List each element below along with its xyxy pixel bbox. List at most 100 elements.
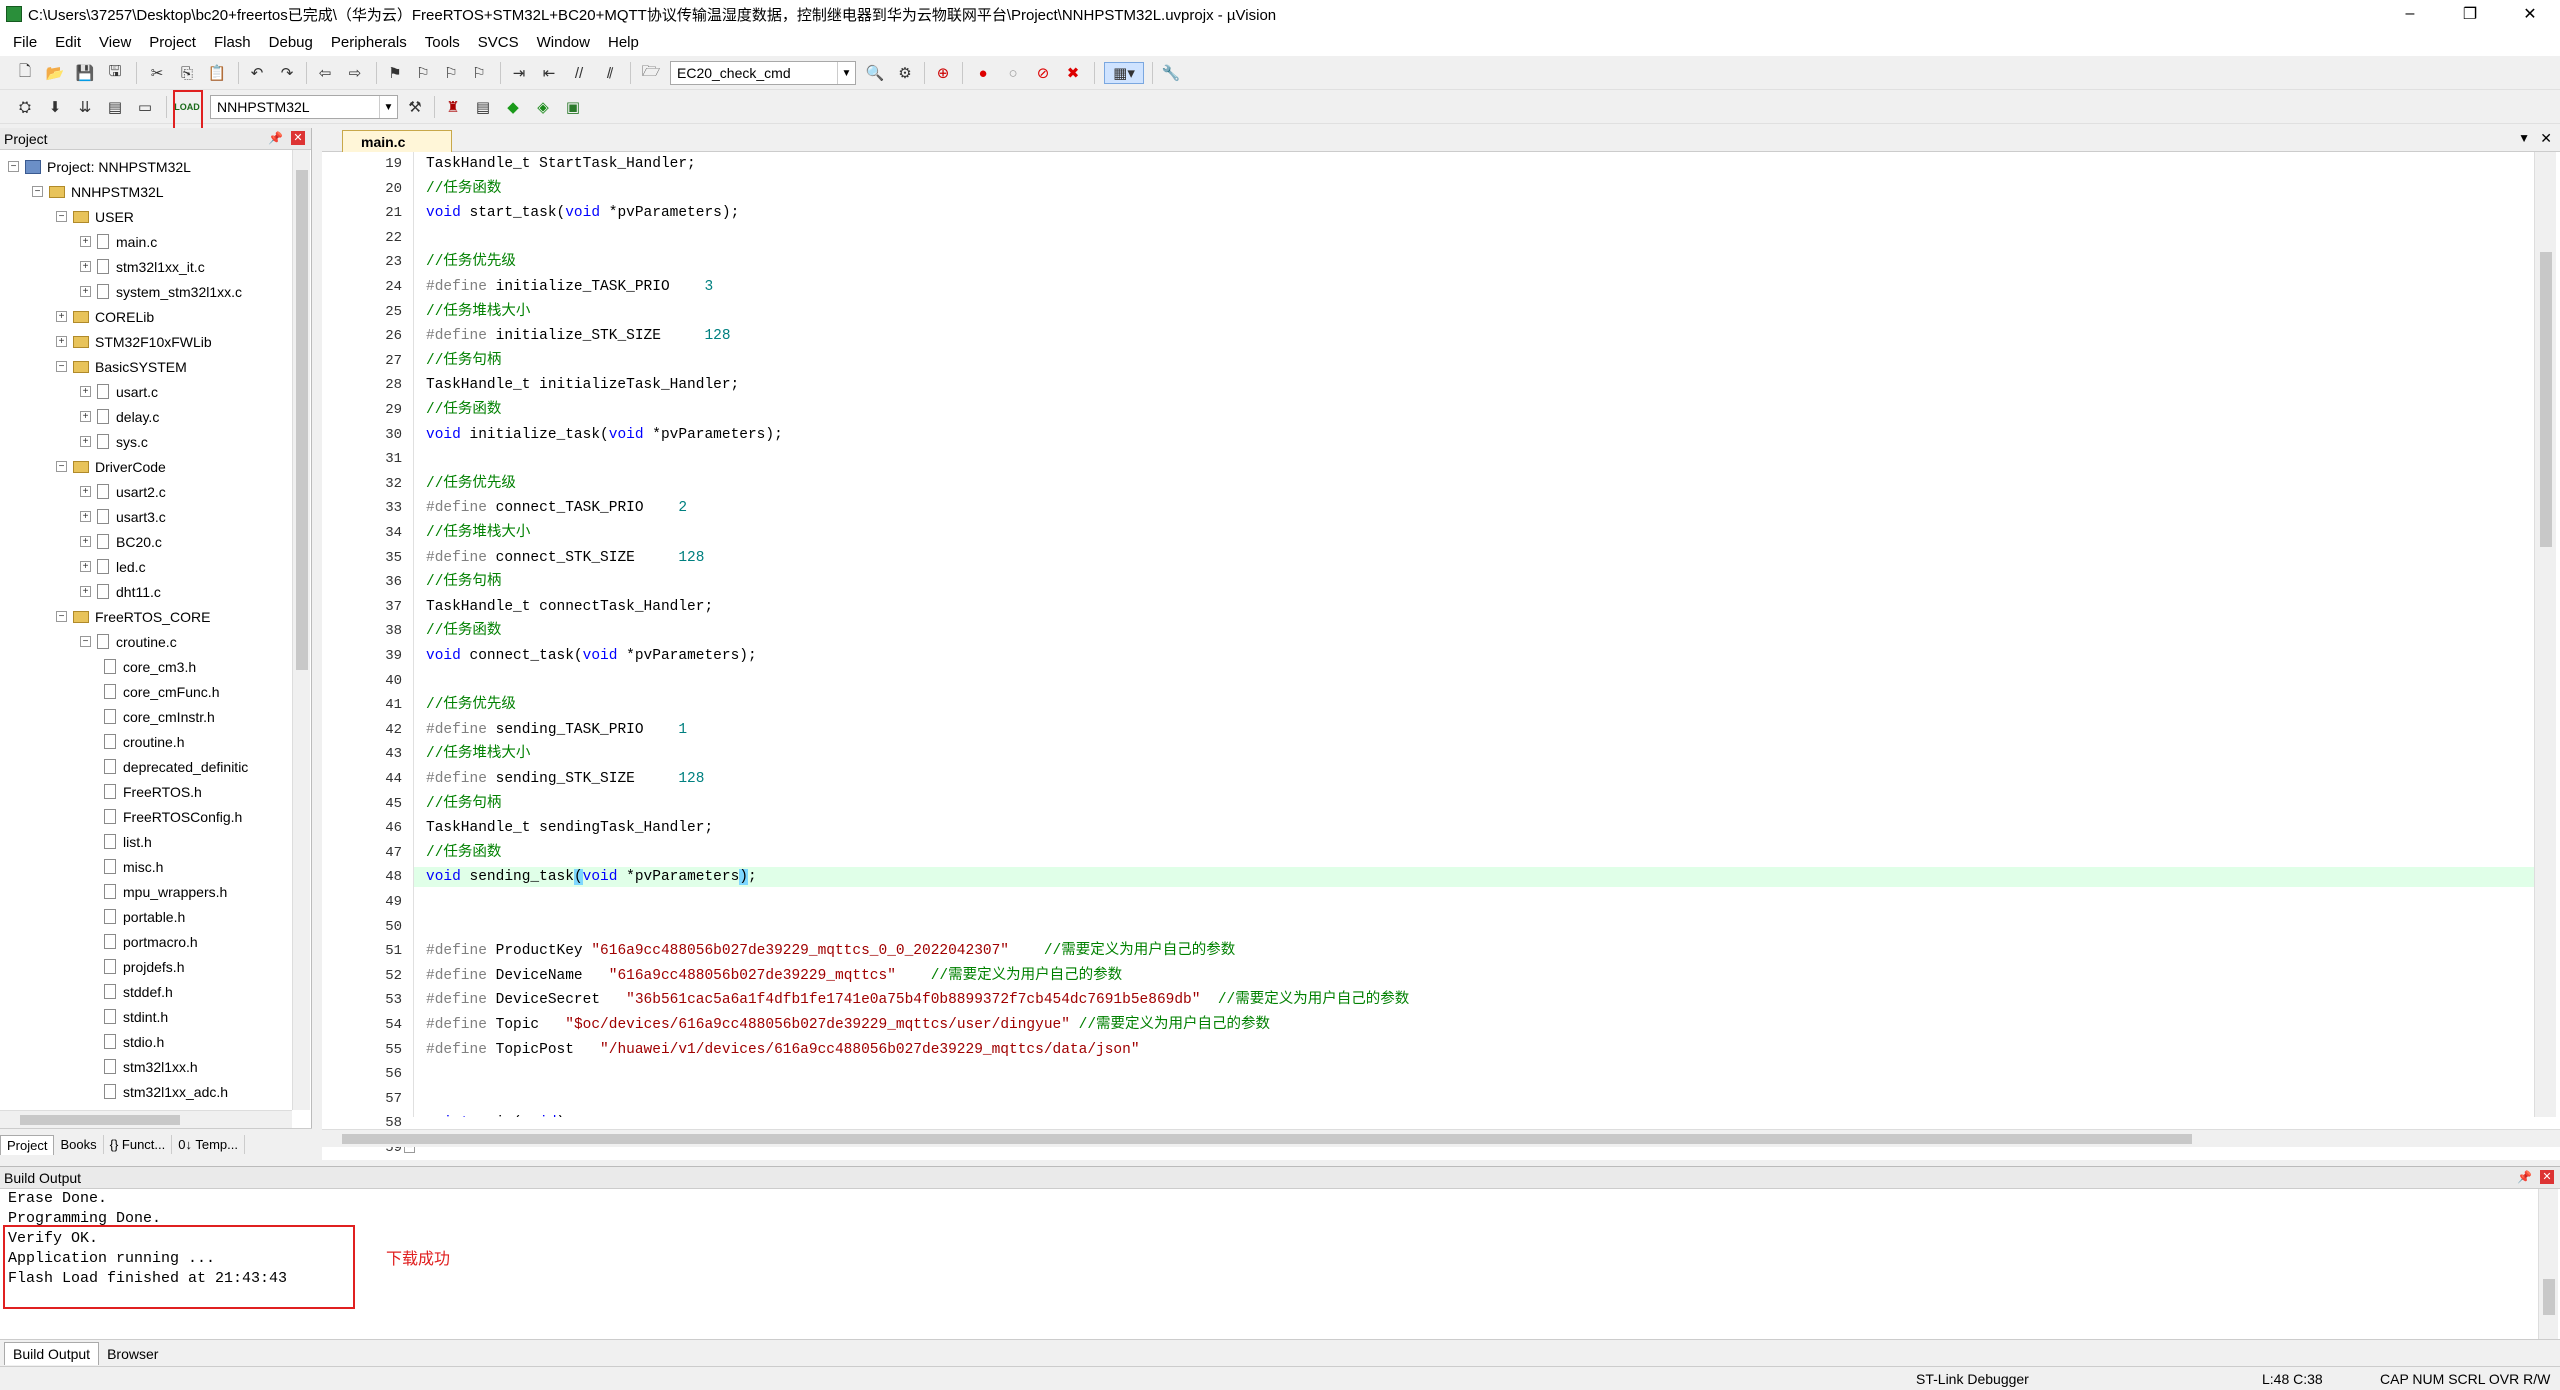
unindent-icon[interactable]: ⇤ — [538, 62, 560, 84]
code-view[interactable]: TaskHandle_t StartTask_Handler; //任务函数 voi… — [414, 152, 2534, 1117]
pin-icon[interactable]: 📌 — [268, 131, 283, 145]
tree-item[interactable]: core_cmFunc.h — [104, 679, 219, 704]
menu-project[interactable]: Project — [140, 34, 205, 51]
tab-list-icon[interactable]: ▼ — [2518, 131, 2530, 145]
tree-item[interactable]: list.h — [104, 829, 152, 854]
tree-item[interactable]: − croutine.c — [80, 629, 177, 654]
tree-item[interactable]: mpu_wrappers.h — [104, 879, 227, 904]
tree-item[interactable]: + usart3.c — [80, 504, 166, 529]
manage-components-icon[interactable]: ▤ — [472, 96, 494, 118]
tree-item[interactable]: stdint.h — [104, 1004, 168, 1029]
menu-flash[interactable]: Flash — [205, 34, 260, 51]
collapse-icon[interactable]: − — [56, 611, 67, 622]
editor-horizontal-scrollbar[interactable] — [322, 1129, 2560, 1147]
tree-item[interactable]: + sys.c — [80, 429, 148, 454]
tree-item[interactable]: core_cm3.h — [104, 654, 196, 679]
bookmark-clear-icon[interactable]: ⚐ — [468, 62, 490, 84]
menu-window[interactable]: Window — [528, 34, 599, 51]
copy-icon[interactable]: ⎘ — [176, 62, 198, 84]
tree-item[interactable]: stddef.h — [104, 979, 173, 1004]
debug-session-icon[interactable]: ⊕ — [932, 62, 954, 84]
chevron-down-icon[interactable]: ▼ — [837, 62, 855, 84]
expand-icon[interactable]: + — [80, 286, 91, 297]
expand-icon[interactable]: + — [80, 536, 91, 547]
expand-icon[interactable]: + — [80, 386, 91, 397]
tree-item[interactable]: + led.c — [80, 554, 146, 579]
tab-functions[interactable]: {} Funct... — [104, 1135, 173, 1154]
save-icon[interactable]: 💾 — [74, 62, 96, 84]
bookmark-next-icon[interactable]: ⚐ — [440, 62, 462, 84]
pin-icon[interactable]: 📌 — [2517, 1170, 2532, 1184]
tab-browser[interactable]: Browser — [99, 1343, 166, 1365]
menu-view[interactable]: View — [90, 34, 140, 51]
breakpoint-icon[interactable]: ● — [972, 62, 994, 84]
select-packs-icon[interactable]: ◆ — [502, 96, 524, 118]
menu-help[interactable]: Help — [599, 34, 648, 51]
expand-icon[interactable]: + — [80, 411, 91, 422]
tree-item[interactable]: stm32l1xx_adc.h — [104, 1079, 228, 1104]
batch-build-icon[interactable]: ▤ — [104, 96, 126, 118]
configure-icon[interactable]: 🔧 — [1160, 62, 1182, 84]
tree-item[interactable]: − USER — [56, 204, 134, 229]
menu-tools[interactable]: Tools — [416, 34, 469, 51]
project-vertical-scrollbar[interactable] — [292, 150, 310, 1110]
collapse-icon[interactable]: − — [56, 461, 67, 472]
tree-item[interactable]: projdefs.h — [104, 954, 184, 979]
rebuild-icon[interactable]: ⇊ — [74, 96, 96, 118]
tree-item[interactable]: croutine.h — [104, 729, 184, 754]
pack-installer-icon[interactable]: ◈ — [532, 96, 554, 118]
breakpoint-kill-all-icon[interactable]: ✖ — [1062, 62, 1084, 84]
open-folder-icon[interactable]: 📂 — [44, 62, 66, 84]
window-layout-icon[interactable]: ▦▾ — [1104, 62, 1144, 84]
tab-books[interactable]: Books — [54, 1135, 104, 1154]
target-combo[interactable]: NNHPSTM32L ▼ — [210, 95, 398, 119]
close-icon[interactable]: ✕ — [2540, 130, 2552, 147]
tree-item[interactable]: + system_stm32l1xx.c — [80, 279, 242, 304]
tree-item[interactable]: + usart.c — [80, 379, 158, 404]
tree-item[interactable]: − Project: NNHPSTM32L — [8, 154, 191, 179]
tree-item[interactable]: + delay.c — [80, 404, 159, 429]
editor-vertical-scrollbar[interactable] — [2534, 152, 2556, 1117]
bookmark-prev-icon[interactable]: ⚐ — [412, 62, 434, 84]
expand-icon[interactable]: + — [80, 586, 91, 597]
tree-item[interactable]: − NNHPSTM32L — [32, 179, 164, 204]
tab-project[interactable]: Project — [0, 1134, 55, 1155]
scroll-thumb[interactable] — [2543, 1279, 2555, 1315]
redo-icon[interactable]: ↷ — [276, 62, 298, 84]
expand-icon[interactable]: + — [80, 236, 91, 247]
tree-item[interactable]: misc.h — [104, 854, 163, 879]
tree-item[interactable]: portmacro.h — [104, 929, 198, 954]
build-vertical-scrollbar[interactable] — [2538, 1189, 2558, 1339]
collapse-icon[interactable]: − — [80, 636, 91, 647]
collapse-icon[interactable]: − — [56, 211, 67, 222]
expand-icon[interactable]: + — [56, 336, 67, 347]
tree-item[interactable]: portable.h — [104, 904, 185, 929]
incremental-find-icon[interactable]: ⚙ — [894, 62, 916, 84]
close-button[interactable]: ✕ — [2500, 0, 2560, 28]
scroll-thumb[interactable] — [296, 170, 308, 670]
expand-icon[interactable]: + — [80, 561, 91, 572]
tree-item[interactable]: + dht11.c — [80, 579, 161, 604]
run-time-environment-icon[interactable]: ▣ — [562, 96, 584, 118]
project-horizontal-scrollbar[interactable] — [0, 1110, 292, 1128]
paste-icon[interactable]: 📋 — [206, 62, 228, 84]
find-combo[interactable]: EC20_check_cmd ▼ — [670, 61, 856, 85]
tree-item[interactable]: + stm32l1xx_it.c — [80, 254, 205, 279]
file-extensions-icon[interactable]: ♜ — [442, 96, 464, 118]
tab-templates[interactable]: 0↓ Temp... — [172, 1135, 245, 1154]
collapse-icon[interactable]: − — [56, 361, 67, 372]
save-all-icon[interactable]: 🖫 — [104, 62, 126, 84]
tree-item[interactable]: stdio.h — [104, 1029, 164, 1054]
stop-build-icon[interactable]: ▭ — [134, 96, 156, 118]
build-output-text[interactable]: Erase Done. Programming Done. Verify OK.… — [0, 1189, 2538, 1339]
nav-back-icon[interactable]: ⇦ — [314, 62, 336, 84]
menu-peripherals[interactable]: Peripherals — [322, 34, 416, 51]
tree-item[interactable]: + CORELib — [56, 304, 154, 329]
breakpoint-disable-all-icon[interactable]: ⊘ — [1032, 62, 1054, 84]
tree-item[interactable]: + BC20.c — [80, 529, 162, 554]
uncomment-icon[interactable]: /̸ — [598, 62, 620, 84]
minimize-button[interactable]: – — [2380, 0, 2440, 28]
undo-icon[interactable]: ↶ — [246, 62, 268, 84]
find-in-files-icon[interactable]: 🗁 — [640, 62, 662, 84]
new-file-icon[interactable]: 🗋 — [14, 62, 36, 84]
